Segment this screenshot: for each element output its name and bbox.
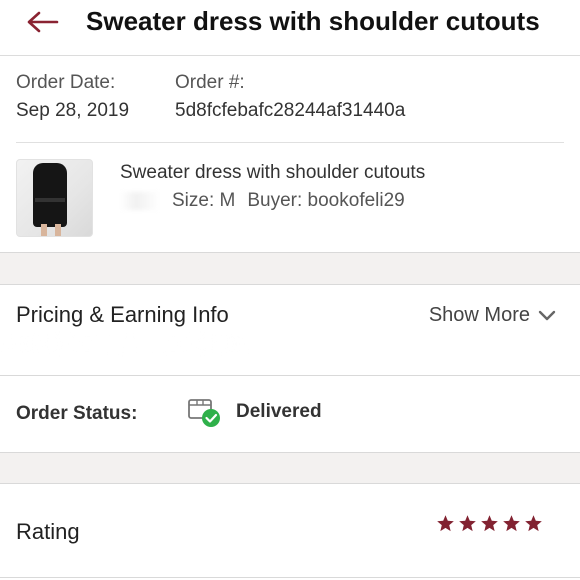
item-buyer: Buyer: bookofeli29 xyxy=(247,190,405,211)
star-rating xyxy=(436,514,543,533)
star-icon xyxy=(437,515,454,532)
pricing-title: Pricing & Earning Info xyxy=(16,302,229,327)
thumbnail-figure xyxy=(33,163,67,227)
order-item[interactable]: Sweater dress with shoulder cutouts Size… xyxy=(0,150,580,250)
chevron-down-icon xyxy=(538,310,556,320)
item-details: Size: M Buyer: bookofeli29 xyxy=(120,190,405,212)
thumbnail-leg xyxy=(55,224,61,236)
order-number-label: Order #: xyxy=(175,72,245,93)
order-status-value: Delivered xyxy=(236,401,322,422)
order-number-value: 5d8fcfebafc28244af31440a xyxy=(175,100,406,121)
divider xyxy=(0,577,580,578)
header-bar: Sweater dress with shoulder cutouts xyxy=(0,0,580,56)
section-spacer xyxy=(0,252,580,285)
show-more-button[interactable]: Show More xyxy=(429,304,556,327)
rating-label: Rating xyxy=(16,519,80,544)
star-icon xyxy=(481,515,498,532)
order-date-label: Order Date: xyxy=(16,72,116,93)
star-icon xyxy=(525,515,542,532)
product-thumbnail[interactable] xyxy=(16,159,93,237)
delivered-box-icon xyxy=(188,399,220,427)
back-arrow-icon xyxy=(27,11,59,33)
redacted-brand xyxy=(120,192,160,210)
pricing-section: Pricing & Earning Info Show More xyxy=(0,285,580,375)
show-more-label: Show More xyxy=(428,304,530,326)
item-title: Sweater dress with shoulder cutouts xyxy=(120,162,426,183)
order-status-section: Order Status: Delivered xyxy=(0,376,580,452)
order-meta: Order Date: Sep 28, 2019 Order #: 5d8fcf… xyxy=(0,57,580,147)
rating-section: Rating xyxy=(0,484,580,580)
thumbnail-leg xyxy=(41,224,47,236)
order-date-value: Sep 28, 2019 xyxy=(16,100,130,121)
star-icon xyxy=(459,515,476,532)
divider xyxy=(16,142,564,143)
page-title: Sweater dress with shoulder cutouts xyxy=(86,6,540,36)
redacted-area xyxy=(0,333,260,355)
star-icon xyxy=(503,515,520,532)
section-spacer xyxy=(0,452,580,484)
item-size: Size: M xyxy=(172,190,236,211)
order-status-label: Order Status: xyxy=(16,403,138,424)
thumbnail-belt xyxy=(35,198,65,202)
back-button[interactable] xyxy=(22,8,62,36)
